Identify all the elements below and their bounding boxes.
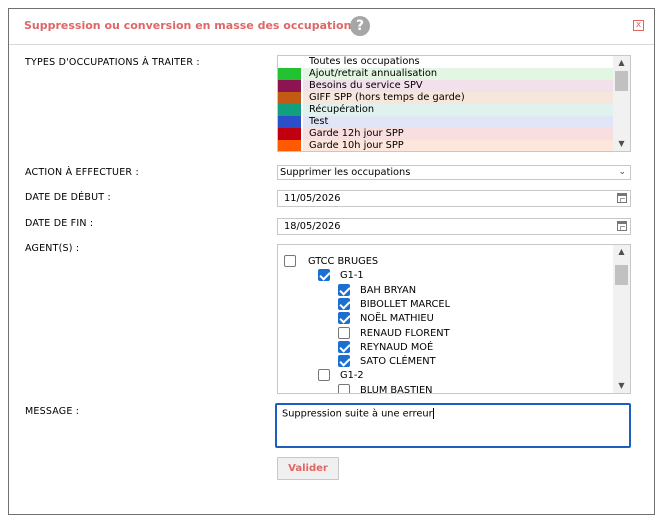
color-swatch xyxy=(278,140,301,151)
close-icon[interactable]: x xyxy=(633,20,644,31)
scroll-up-icon[interactable]: ▲ xyxy=(613,245,630,259)
agents-label: AGENT(S) : xyxy=(25,243,80,254)
checkbox[interactable] xyxy=(338,283,350,296)
agent-label: REYNAUD MOÉ xyxy=(360,341,434,353)
message-value: Suppression suite à une erreur xyxy=(282,408,433,420)
checkbox[interactable] xyxy=(318,269,330,282)
occupation-type-item[interactable]: Toutes les occupations xyxy=(278,56,630,68)
occupation-type-item[interactable]: GIFF SPP (hors temps de garde) xyxy=(278,92,630,104)
occupation-type-label: Garde 10h jour SPP xyxy=(303,140,630,151)
checkbox[interactable] xyxy=(338,326,350,339)
occupation-type-item[interactable]: Test xyxy=(278,116,630,128)
color-swatch xyxy=(278,68,301,80)
message-textarea[interactable]: Suppression suite à une erreur xyxy=(275,403,631,448)
chevron-down-icon: ⌄ xyxy=(618,167,626,177)
end-date-label: DATE DE FIN : xyxy=(25,218,94,229)
action-select[interactable]: Supprimer les occupations ⌄ xyxy=(277,165,631,180)
types-rows: Toutes les occupations Ajout/retrait annu… xyxy=(278,56,630,151)
occupation-type-label: Besoins du service SPV xyxy=(303,80,630,92)
scroll-thumb[interactable] xyxy=(615,265,628,285)
agent-label: RENAUD FLORENT xyxy=(360,327,450,339)
help-icon[interactable]: ? xyxy=(350,16,370,36)
start-date-label: DATE DE DÉBUT : xyxy=(25,192,111,203)
occupation-type-label: Test xyxy=(303,116,630,128)
occupation-type-item[interactable]: Garde 12h jour SPP xyxy=(278,128,630,140)
action-selected-value: Supprimer les occupations xyxy=(280,167,411,178)
dialog-titlebar: Suppression ou conversion en masse des o… xyxy=(9,9,654,45)
occupation-type-item[interactable]: Ajout/retrait annualisation xyxy=(278,68,630,80)
occupation-type-label: GIFF SPP (hors temps de garde) xyxy=(303,92,630,104)
text-caret xyxy=(432,408,434,419)
agent-label: GTCC BRUGES xyxy=(308,256,379,267)
checkbox[interactable] xyxy=(338,312,350,325)
occupation-type-label: Récupération xyxy=(303,104,630,116)
end-date-value: 18/05/2026 xyxy=(284,221,341,232)
color-swatch xyxy=(278,128,301,140)
color-swatch xyxy=(278,116,301,128)
calendar-icon[interactable] xyxy=(617,221,627,231)
checkbox[interactable] xyxy=(338,297,350,310)
occupation-type-item[interactable]: Garde 10h jour SPP xyxy=(278,140,630,151)
types-label: TYPES D'OCCUPATIONS À TRAITER : xyxy=(25,57,200,68)
agents-tree[interactable]: GTCC BRUGES G1-1 BAH BRYAN BIBOLLET MARCEL N… xyxy=(277,244,631,394)
checkbox[interactable] xyxy=(318,369,330,382)
checkbox[interactable] xyxy=(338,355,350,368)
scroll-up-icon[interactable]: ▲ xyxy=(613,56,630,70)
checkbox[interactable] xyxy=(338,340,350,353)
occupation-types-list[interactable]: Toutes les occupations Ajout/retrait annu… xyxy=(277,55,631,152)
start-date-field[interactable]: 11/05/2026 xyxy=(277,190,631,207)
color-swatch xyxy=(278,104,301,116)
start-date-value: 11/05/2026 xyxy=(284,193,341,204)
occupation-type-label: Ajout/retrait annualisation xyxy=(303,68,630,80)
checkbox[interactable] xyxy=(284,255,296,267)
occupation-type-label: Toutes les occupations xyxy=(303,56,630,68)
scroll-thumb[interactable] xyxy=(615,71,628,91)
agent-label: BAH BRYAN xyxy=(360,284,417,296)
message-label: MESSAGE : xyxy=(25,406,80,417)
occupation-type-label: Garde 12h jour SPP xyxy=(303,128,630,140)
scroll-down-icon[interactable]: ▼ xyxy=(613,379,630,393)
agent-label: G1-1 xyxy=(340,270,364,282)
end-date-field[interactable]: 18/05/2026 xyxy=(277,218,631,235)
agent-label: BIBOLLET MARCEL xyxy=(360,298,451,310)
agent-label: BLUM BASTIEN xyxy=(360,384,433,394)
agent-label: SATO CLÉMENT xyxy=(360,356,436,368)
types-scrollbar[interactable]: ▲ ▼ xyxy=(613,56,630,151)
scroll-down-icon[interactable]: ▼ xyxy=(613,137,630,151)
agent-label: NOËL MATHIEU xyxy=(360,313,434,325)
agents-scrollbar[interactable]: ▲ ▼ xyxy=(613,245,630,393)
validate-button[interactable]: Valider xyxy=(277,457,339,480)
dialog-title: Suppression ou conversion en masse des o… xyxy=(24,19,358,32)
checkbox[interactable] xyxy=(338,383,350,393)
action-label: ACTION À EFFECTUER : xyxy=(25,167,139,178)
color-swatch xyxy=(278,80,301,92)
agent-label: G1-2 xyxy=(340,370,364,382)
occupation-type-item[interactable]: Récupération xyxy=(278,104,630,116)
occupation-type-item[interactable]: Besoins du service SPV xyxy=(278,80,630,92)
color-swatch xyxy=(278,56,301,68)
mass-occupation-dialog: Suppression ou conversion en masse des o… xyxy=(8,8,655,515)
calendar-icon[interactable] xyxy=(617,193,627,203)
color-swatch xyxy=(278,92,301,104)
